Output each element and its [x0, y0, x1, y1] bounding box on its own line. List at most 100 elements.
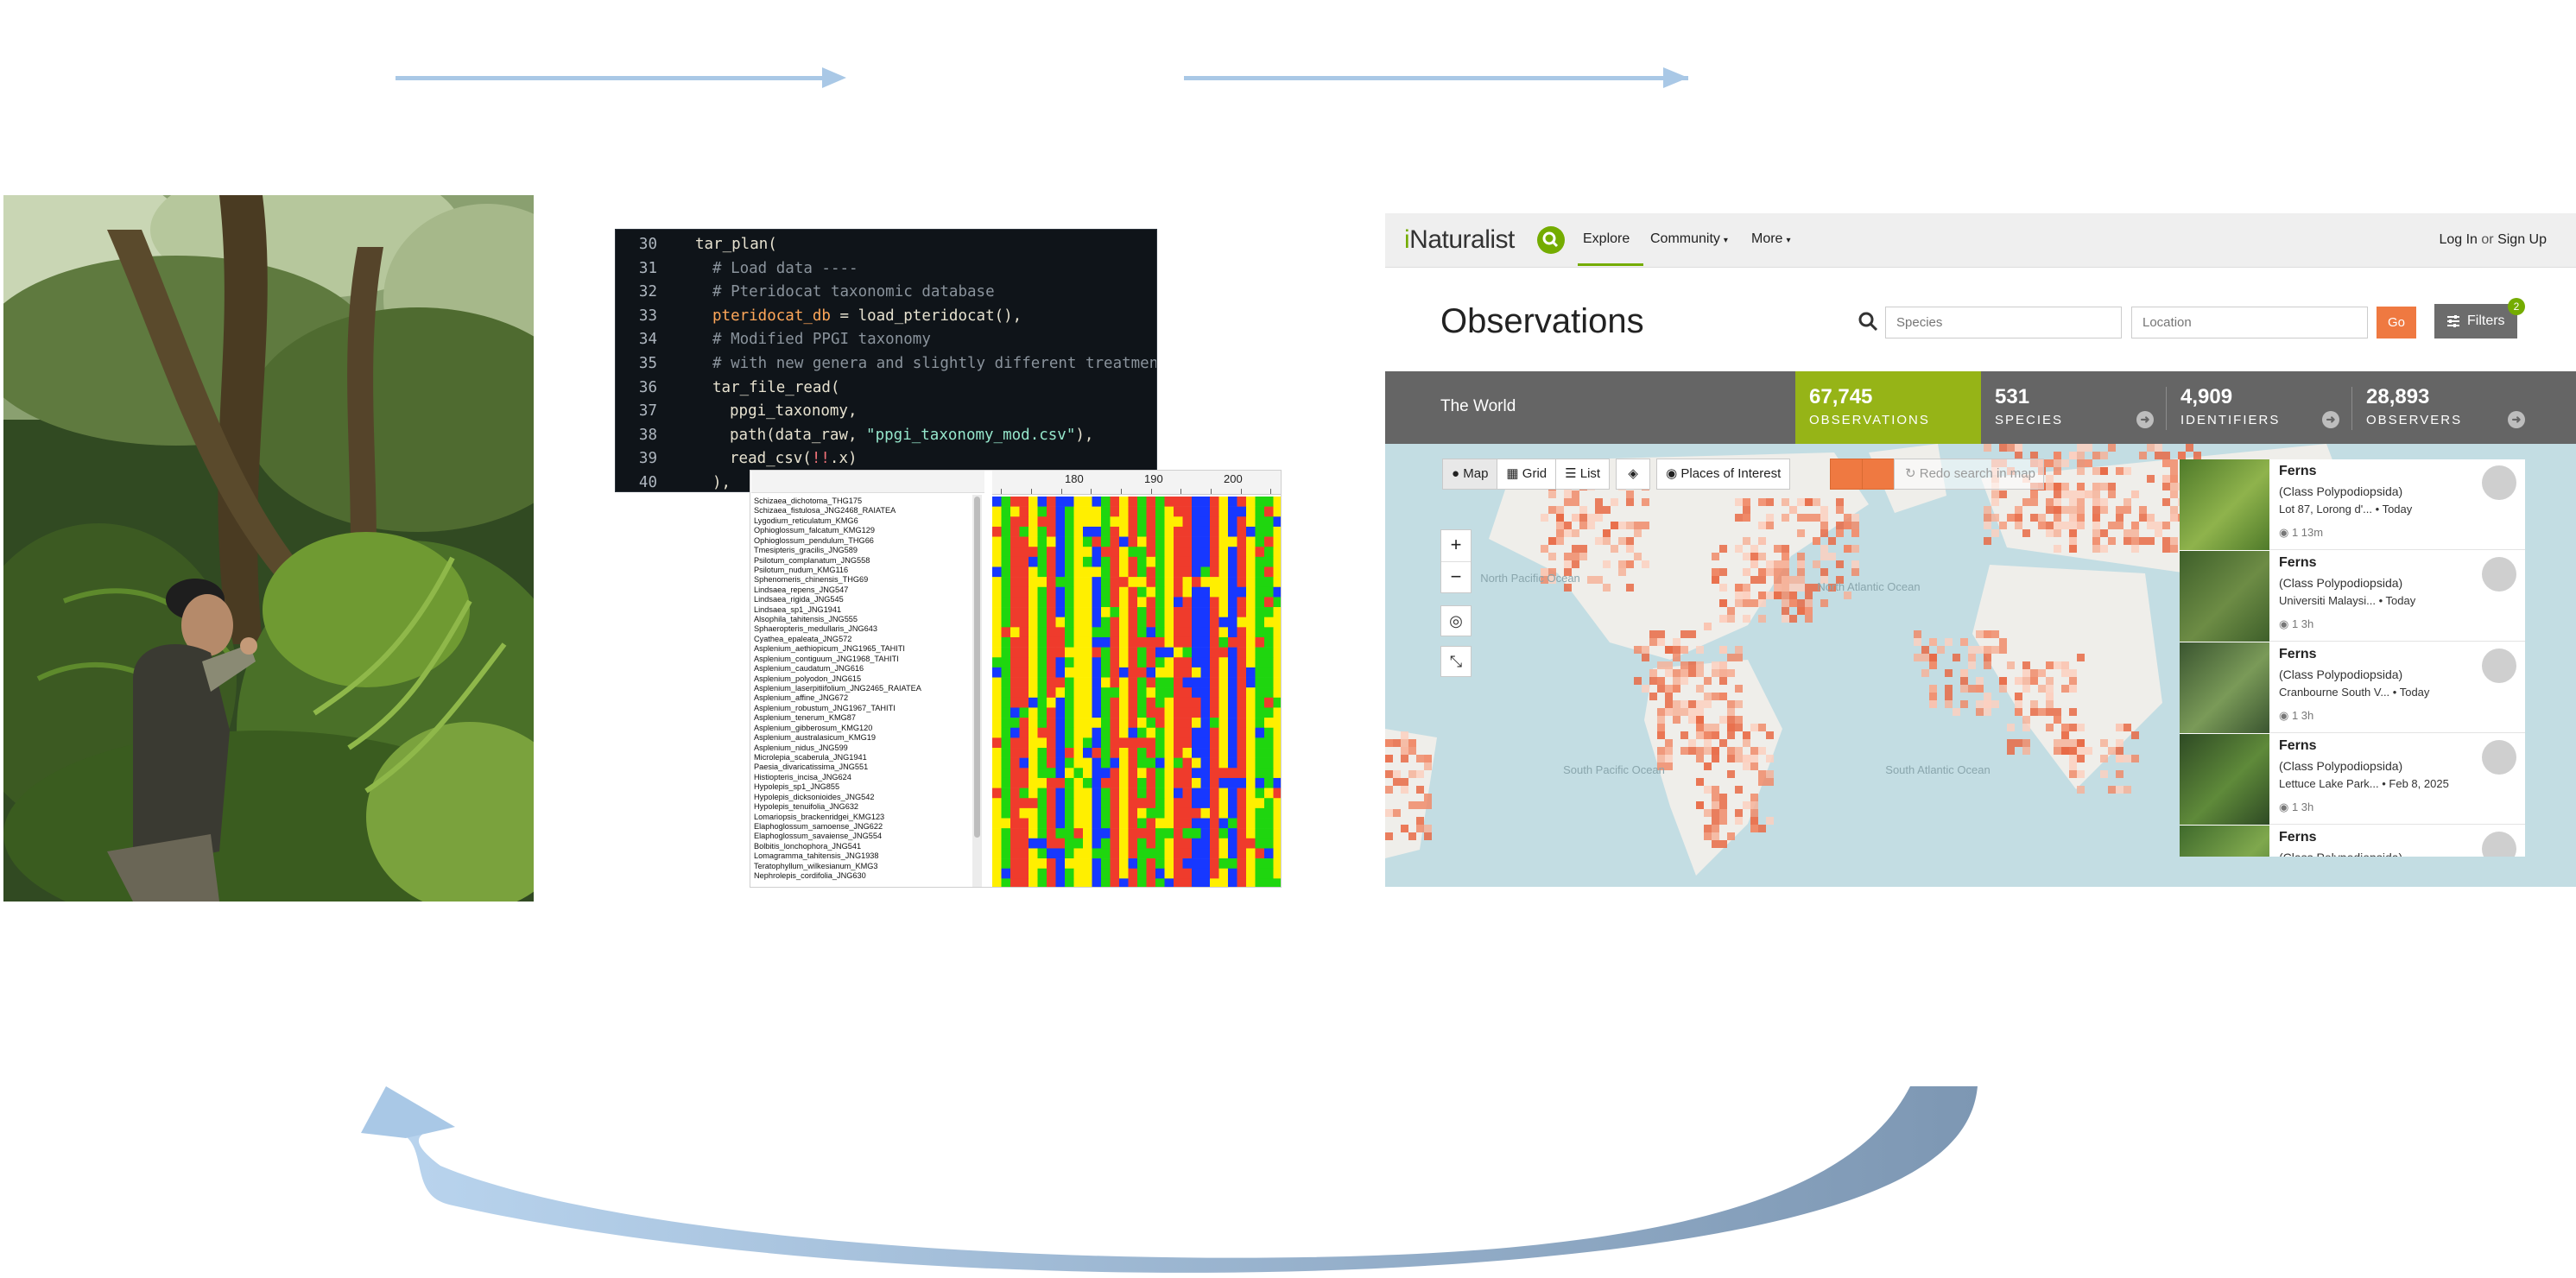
view-grid-button[interactable]: ▦ Grid	[1497, 459, 1557, 490]
alignment-cell	[1146, 677, 1156, 688]
login-link[interactable]: Log In	[2439, 232, 2477, 247]
alignment-cell	[1083, 697, 1092, 708]
heat-tile	[1758, 553, 1766, 560]
heat-tile	[1758, 615, 1766, 623]
observation-taxon-name[interactable]: Ferns	[2279, 555, 2317, 571]
observation-map[interactable]: North Pacific Ocean North Atlantic Ocean…	[1385, 444, 2576, 887]
heat-tile	[1929, 654, 1937, 661]
observation-taxon-name[interactable]: Ferns	[2279, 738, 2317, 754]
alignment-cell	[1164, 497, 1174, 507]
heat-tile	[1727, 700, 1735, 708]
observation-taxon-name[interactable]: Ferns	[2279, 464, 2317, 479]
alignment-cell	[1182, 497, 1193, 507]
filters-button[interactable]: Filters	[2434, 304, 2517, 338]
alignment-cell	[1237, 566, 1247, 578]
alignment-cell	[1164, 848, 1174, 859]
places-of-interest-button[interactable]: ◉ Places of Interest	[1656, 459, 1791, 490]
observation-photo[interactable]	[2180, 459, 2269, 550]
alignment-cell	[1182, 798, 1193, 809]
observation-item[interactable]: Ferns (Class Polypodiopsida) Lettuce Lake …	[2180, 734, 2525, 825]
alignment-cell	[1182, 818, 1193, 829]
observation-item[interactable]: Ferns (Class Polypodiopsida) Lot 87, Loron…	[2180, 459, 2525, 550]
user-avatar-icon[interactable]	[2482, 832, 2516, 857]
heat-tile	[2054, 661, 2061, 669]
inaturalist-logo[interactable]: iNaturalist	[1404, 225, 1515, 255]
layers-button[interactable]: ◈	[1616, 459, 1651, 490]
heat-tile	[2092, 506, 2100, 514]
heat-tile	[1587, 514, 1595, 522]
observation-item[interactable]: Ferns(Class Polypodiopsida)	[2180, 826, 2525, 857]
heat-tile	[1945, 693, 1953, 700]
nav-explore[interactable]: Explore	[1583, 231, 1630, 247]
heat-tile	[1712, 724, 1719, 731]
heat-tile	[1805, 615, 1813, 623]
stat-observations[interactable]: 67,745 OBSERVATIONS	[1795, 371, 1981, 444]
user-avatar-icon[interactable]	[2482, 648, 2516, 683]
alignment-cell	[1083, 677, 1092, 688]
observation-photo[interactable]	[2180, 551, 2269, 642]
taxon-name: Asplenium_robustum_JNG1967_TAHITI	[754, 703, 896, 712]
search-icon[interactable]	[1537, 226, 1565, 254]
observation-photo[interactable]	[2180, 734, 2269, 825]
alignment-cell	[1029, 556, 1038, 567]
alignment-cell	[992, 547, 1002, 558]
observation-photo[interactable]	[2180, 826, 2269, 857]
alignment-cell	[1200, 506, 1211, 517]
observation-taxon-name[interactable]: Ferns	[2279, 830, 2317, 845]
alignment-cell	[1264, 627, 1274, 638]
heat-tile	[1750, 553, 1758, 560]
stat-identifiers[interactable]: 4,909 IDENTIFIERS ➜	[2167, 371, 2351, 444]
alignment-cell	[1037, 506, 1047, 517]
signup-link[interactable]: Sign Up	[2497, 232, 2547, 247]
user-avatar-icon[interactable]	[2482, 465, 2516, 500]
alignment-cell	[1047, 858, 1056, 870]
alignment-cell	[1065, 536, 1074, 547]
alignment-cell	[1010, 667, 1020, 678]
view-list-button[interactable]: ☰ List	[1555, 459, 1611, 490]
observation-item[interactable]: Ferns (Class Polypodiopsida) Cranbourne So…	[2180, 642, 2525, 733]
zoom-out-button[interactable]: −	[1441, 561, 1471, 592]
stat-species[interactable]: 531 SPECIES ➜	[1981, 371, 2166, 444]
heat-tile	[1774, 545, 1782, 553]
alignment-cell	[1228, 858, 1237, 870]
user-avatar-icon[interactable]	[2482, 740, 2516, 775]
alignment-cell	[1047, 718, 1056, 729]
alignment-cell	[1019, 516, 1029, 528]
heat-tile	[2061, 490, 2069, 498]
alignment-cell	[1246, 777, 1256, 788]
alignment-cell	[1228, 818, 1237, 829]
grid-layer-toggle[interactable]	[1830, 459, 1863, 490]
stat-observers[interactable]: 28,893 OBSERVERS ➜	[2352, 371, 2537, 444]
alignment-cell	[1029, 878, 1038, 887]
code-line-38: 38 path(data_raw, "ppgi_taxonomy_mod.csv"…	[638, 426, 1094, 444]
locate-me-button[interactable]: ◎	[1440, 605, 1472, 636]
alignment-cell	[1228, 727, 1237, 738]
alignment-cell	[1218, 516, 1229, 528]
heat-tile	[1758, 599, 1766, 607]
zoom-in-button[interactable]: +	[1441, 530, 1471, 561]
user-avatar-icon[interactable]	[2482, 557, 2516, 592]
view-map-button[interactable]: ● Map	[1442, 459, 1498, 490]
heat-tile	[1704, 825, 1712, 832]
alignment-cell	[1164, 868, 1174, 879]
heat-tile	[1719, 615, 1727, 623]
observation-photo[interactable]	[2180, 642, 2269, 733]
observation-item[interactable]: Ferns (Class Polypodiopsida) Universiti Ma…	[2180, 551, 2525, 642]
redo-search-button[interactable]: ↻ Redo search in map	[1894, 459, 2044, 490]
go-button[interactable]: Go	[2377, 307, 2416, 338]
observation-taxon-name[interactable]: Ferns	[2279, 647, 2317, 662]
nav-community[interactable]: Community ▾	[1650, 231, 1728, 247]
alignment-cell	[1255, 707, 1265, 718]
alignment-cell	[1228, 647, 1237, 658]
code-line-37: 37 ppgi_taxonomy,	[638, 402, 858, 421]
alignment-cell	[1110, 838, 1120, 849]
alignment-scroll-thumb[interactable]	[974, 497, 980, 838]
location-search-input[interactable]	[2131, 307, 2368, 338]
species-search-input[interactable]	[1885, 307, 2122, 338]
fullscreen-button[interactable]: ⤡	[1440, 646, 1472, 677]
nav-more[interactable]: More ▾	[1751, 231, 1790, 247]
alignment-cell	[1182, 566, 1193, 578]
heat-tile	[2077, 498, 2085, 506]
heatmap-layer-toggle[interactable]	[1862, 459, 1895, 490]
alignment-cell	[1237, 657, 1247, 668]
